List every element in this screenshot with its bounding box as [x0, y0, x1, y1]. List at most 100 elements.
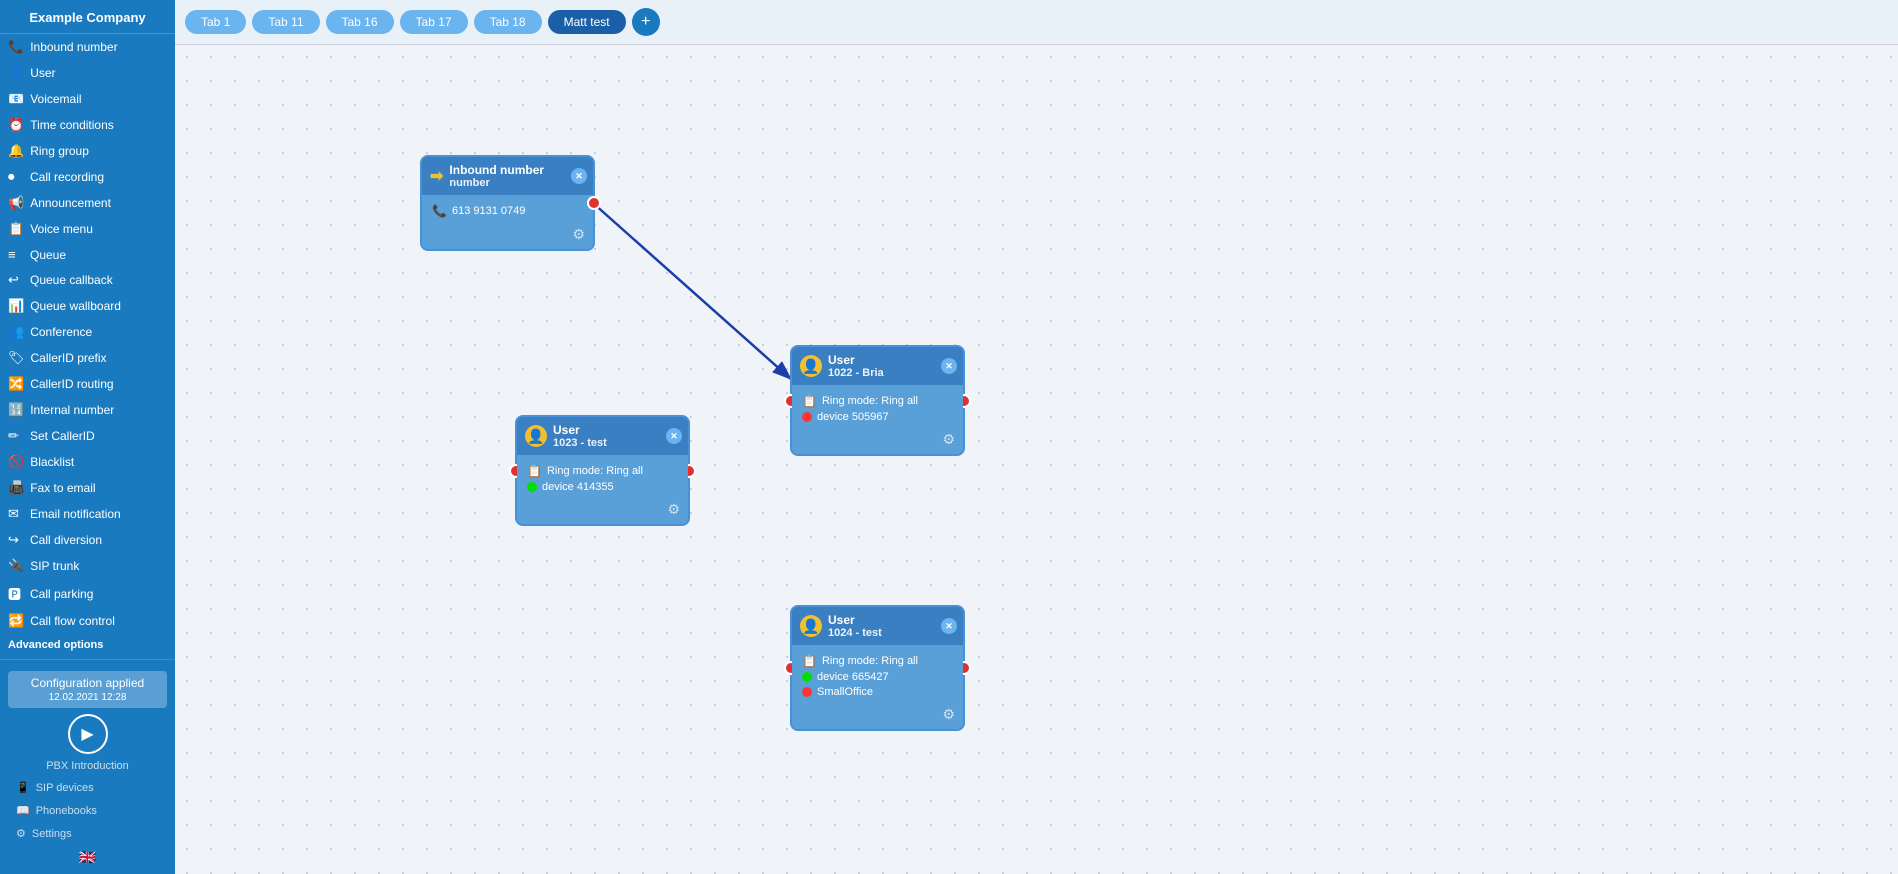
node-inbound[interactable]: ➡ Inbound number number ✕ 📞 613 9131 074… — [420, 155, 595, 251]
config-applied-title: Configuration applied — [18, 676, 157, 690]
sidebar-item-fax-to-email[interactable]: 📠 Fax to email — [0, 475, 175, 501]
sidebar-label-sip-trunk: SIP trunk — [30, 559, 79, 573]
node-user3[interactable]: 👤 User 1024 - test ✕ 📋 Ring mode: Ring a… — [790, 605, 965, 731]
sidebar-label-blacklist: Blacklist — [30, 455, 74, 469]
sidebar-item-call-parking[interactable]: 🅿 Call parking — [0, 579, 175, 608]
sidebar-item-ring-group[interactable]: 🔔 Ring group — [0, 138, 175, 164]
flow-canvas[interactable]: ➡ Inbound number number ✕ 📞 613 9131 074… — [175, 45, 1898, 874]
tab-tab1[interactable]: Tab 1 — [185, 10, 246, 34]
voice-menu-icon: 📋 — [8, 221, 24, 237]
node-user1-header: 👤 User 1022 - Bria ✕ — [792, 347, 963, 385]
sidebar-item-call-flow-control[interactable]: 🔁 Call flow control — [0, 608, 175, 634]
tab-tab18[interactable]: Tab 18 — [474, 10, 542, 34]
sidebar-label-call-flow-control: Call flow control — [30, 614, 115, 628]
sidebar-item-announcement[interactable]: 📢 Announcement — [0, 190, 175, 216]
sidebar-label-set-callerid: Set CallerID — [30, 429, 95, 443]
node-user2-ring-row: 📋 Ring mode: Ring all — [527, 464, 678, 478]
node-user3-header: 👤 User 1024 - test ✕ — [792, 607, 963, 645]
node-user1-close[interactable]: ✕ — [941, 358, 957, 374]
sidebar-label-fax-to-email: Fax to email — [30, 481, 95, 495]
node-user3-device2: SmallOffice — [817, 686, 873, 698]
sidebar-label-callerid-routing: CallerID routing — [30, 377, 113, 391]
phonebooks-label: Phonebooks — [36, 805, 97, 817]
sidebar-label-callerid-prefix: CallerID prefix — [31, 351, 107, 365]
tab-add-button[interactable]: + — [632, 8, 660, 36]
sidebar-label-time-conditions: Time conditions — [30, 118, 114, 132]
sidebar-item-call-recording[interactable]: ⏺ Call recording — [0, 164, 175, 190]
sidebar-item-phonebooks[interactable]: 📖 Phonebooks — [8, 801, 167, 820]
node-inbound-phone-row: 📞 613 9131 0749 — [432, 204, 583, 218]
node-user2-device: device 414355 — [542, 481, 614, 493]
node-user3-device2-row: SmallOffice — [802, 686, 953, 698]
queue-wallboard-icon: 📊 — [8, 298, 24, 314]
sidebar-item-sip-devices[interactable]: 📱 SIP devices — [8, 778, 167, 797]
node-user2-title: User — [553, 423, 607, 437]
sidebar-item-set-callerid[interactable]: ✏ Set CallerID — [0, 423, 175, 449]
node-inbound-title: Inbound number — [449, 163, 544, 177]
sidebar-item-voice-menu[interactable]: 📋 Voice menu — [0, 216, 175, 242]
node-inbound-header: ➡ Inbound number number ✕ — [422, 157, 593, 195]
advanced-options-label: Advanced options — [0, 634, 175, 656]
user-icon: 👤 — [8, 65, 24, 81]
tab-tab11[interactable]: Tab 11 — [252, 10, 319, 34]
node-user1-device-row: device 505967 — [802, 411, 953, 423]
company-name: Example Company — [0, 0, 175, 34]
node-inbound-connector-right[interactable] — [587, 196, 601, 210]
callerid-routing-icon: 🔀 — [8, 376, 24, 392]
tab-bar: Tab 1 Tab 11 Tab 16 Tab 17 Tab 18 Matt t… — [175, 0, 1898, 45]
play-button[interactable]: ▶ — [68, 714, 108, 754]
ring-mode3-icon: 📋 — [802, 654, 817, 668]
node-inbound-gear[interactable]: ⚙ — [572, 226, 585, 243]
sidebar-item-sip-trunk[interactable]: 🔌 SIP trunk — [0, 553, 175, 579]
sidebar-item-voicemail[interactable]: 📧 Voicemail — [0, 86, 175, 112]
node-user1-gear[interactable]: ⚙ — [942, 431, 955, 448]
sidebar-item-callerid-prefix[interactable]: 🏷 CallerID prefix — [0, 345, 175, 371]
call-diversion-icon: ↪ — [8, 532, 24, 548]
ring-mode1-icon: 📋 — [802, 394, 817, 408]
sidebar-item-user[interactable]: 👤 User — [0, 60, 175, 86]
email-notification-icon: ✉ — [8, 506, 24, 522]
node-user3-gear[interactable]: ⚙ — [942, 706, 955, 723]
node-user1-device: device 505967 — [817, 411, 889, 423]
node-user2-close[interactable]: ✕ — [666, 428, 682, 444]
sidebar-item-inbound-number[interactable]: 📞 Inbound number — [0, 34, 175, 60]
node-inbound-close[interactable]: ✕ — [571, 168, 587, 184]
voicemail-icon: 📧 — [8, 91, 24, 107]
sidebar-label-voicemail: Voicemail — [30, 92, 81, 106]
sidebar-divider — [0, 659, 175, 660]
node-user2-header: 👤 User 1023 - test ✕ — [517, 417, 688, 455]
tab-matt-test[interactable]: Matt test — [548, 10, 626, 34]
queue-icon: ≡ — [8, 247, 24, 262]
sidebar-item-callerid-routing[interactable]: 🔀 CallerID routing — [0, 371, 175, 397]
user1-avatar: 👤 — [800, 355, 822, 377]
sidebar-item-queue-callback[interactable]: ↩ Queue callback — [0, 267, 175, 293]
call-recording-icon: ⏺ — [8, 169, 24, 185]
callerid-prefix-icon: 🏷 — [8, 350, 25, 366]
tab-tab16[interactable]: Tab 16 — [326, 10, 394, 34]
node-user2-body: 📋 Ring mode: Ring all device 414355 ⚙ — [517, 455, 688, 524]
user1-device-dot — [802, 412, 812, 422]
sidebar-item-blacklist[interactable]: 🚫 Blacklist — [0, 449, 175, 475]
sidebar-item-conference[interactable]: 👥 Conference — [0, 319, 175, 345]
sidebar-item-queue-wallboard[interactable]: 📊 Queue wallboard — [0, 293, 175, 319]
pbx-intro-label: PBX Introduction — [46, 760, 129, 772]
node-user2-device-row: device 414355 — [527, 481, 678, 493]
node-user2[interactable]: 👤 User 1023 - test ✕ 📋 Ring mode: Ring a… — [515, 415, 690, 526]
sip-devices-icon: 📱 — [16, 781, 30, 794]
node-user3-close[interactable]: ✕ — [941, 618, 957, 634]
sidebar-item-call-diversion[interactable]: ↪ Call diversion — [0, 527, 175, 553]
settings-icon: ⚙ — [16, 827, 26, 840]
node-user3-ring-mode: Ring mode: Ring all — [822, 655, 918, 667]
node-user1[interactable]: 👤 User 1022 - Bria ✕ 📋 Ring mode: Ring a… — [790, 345, 965, 456]
tab-tab17[interactable]: Tab 17 — [400, 10, 468, 34]
sidebar-label-internal-number: Internal number — [30, 403, 114, 417]
sidebar-item-internal-number[interactable]: 🔢 Internal number — [0, 397, 175, 423]
sidebar-item-queue[interactable]: ≡ Queue — [0, 242, 175, 267]
sidebar-item-settings[interactable]: ⚙ Settings — [8, 824, 167, 843]
node-user2-gear[interactable]: ⚙ — [667, 501, 680, 518]
sidebar-item-time-conditions[interactable]: ⏰ Time conditions — [0, 112, 175, 138]
sidebar-label-queue-callback: Queue callback — [30, 273, 113, 287]
sidebar-item-email-notification[interactable]: ✉ Email notification — [0, 501, 175, 527]
node-user1-ring-mode: Ring mode: Ring all — [822, 395, 918, 407]
node-user3-body: 📋 Ring mode: Ring all device 665427 Smal… — [792, 645, 963, 729]
